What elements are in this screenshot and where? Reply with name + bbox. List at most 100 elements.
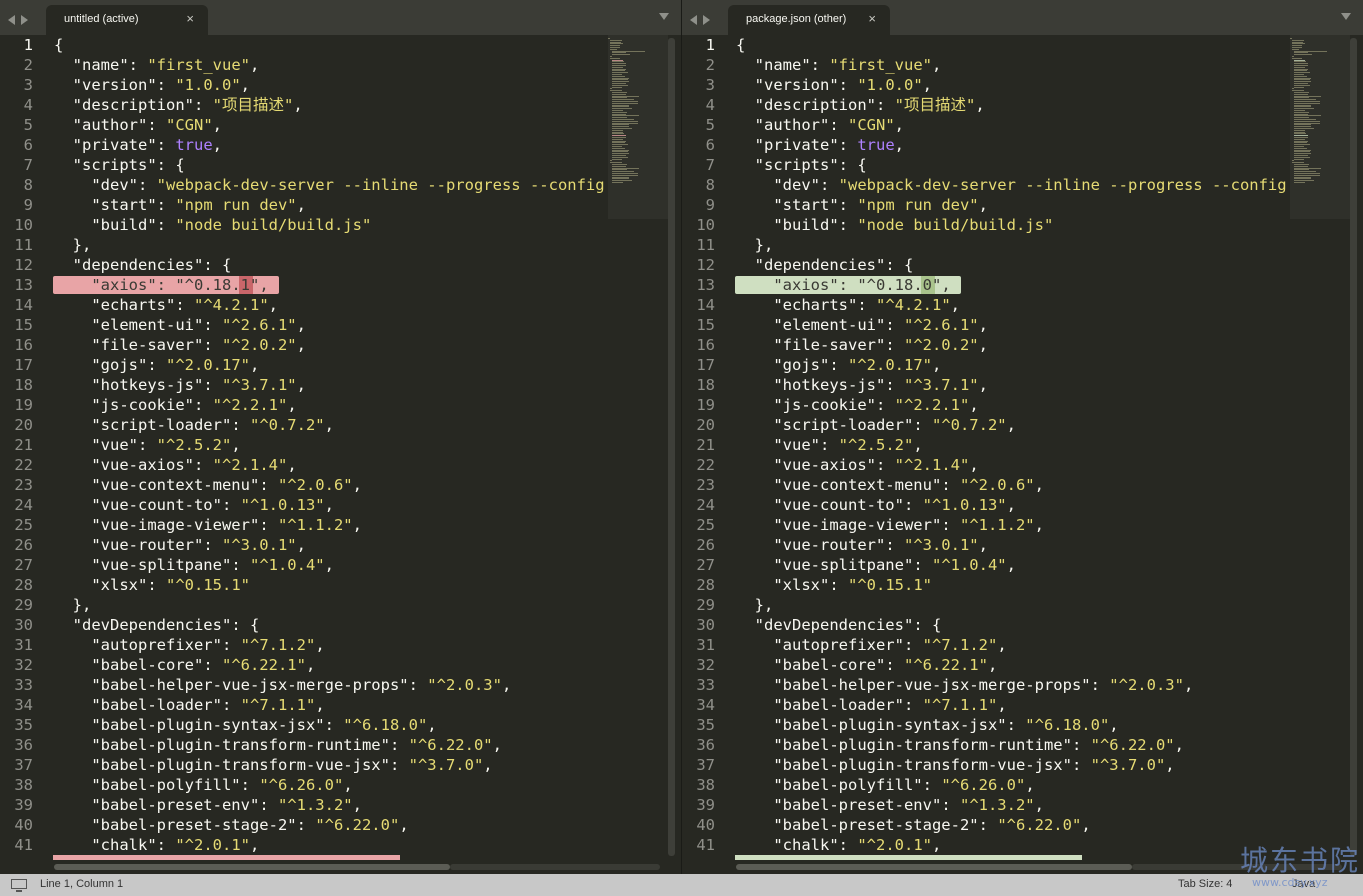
code-editor[interactable]: 1{2 "name": "first_vue", 3 "version": "1.… [682,35,1292,860]
code-line[interactable]: 37 "babel-plugin-transform-vue-jsx": "^3… [0,755,610,775]
code-line[interactable]: 6 "private": true, [682,135,1292,155]
code-line[interactable]: 10 "build": "node build/build.js" [0,215,610,235]
code-line[interactable]: 41 "chalk": "^2.0.1", [682,835,1292,855]
code-line[interactable]: 28 "xlsx": "^0.15.1" [682,575,1292,595]
code-line[interactable]: 38 "babel-polyfill": "^6.26.0", [682,775,1292,795]
code-line[interactable]: 29 }, [0,595,610,615]
code-line[interactable]: 2 "name": "first_vue", [682,55,1292,75]
code-line[interactable]: 15 "element-ui": "^2.6.1", [0,315,610,335]
code-line[interactable]: 5 "author": "CGN", [682,115,1292,135]
code-line[interactable]: 9 "start": "npm run dev", [0,195,610,215]
monitor-icon[interactable] [11,879,27,892]
code-line[interactable]: 25 "vue-image-viewer": "^1.1.2", [0,515,610,535]
code-line[interactable]: 24 "vue-count-to": "^1.0.13", [682,495,1292,515]
code-line[interactable]: 3 "version": "1.0.0", [682,75,1292,95]
tab-menu-icon[interactable] [659,13,669,20]
code-line[interactable]: 1{ [682,35,1292,55]
code-line[interactable]: 39 "babel-preset-env": "^1.3.2", [0,795,610,815]
code-line[interactable]: 16 "file-saver": "^2.0.2", [682,335,1292,355]
code-line[interactable]: 20 "script-loader": "^0.7.2", [682,415,1292,435]
code-line[interactable]: 6 "private": true, [0,135,610,155]
code-line[interactable]: 19 "js-cookie": "^2.2.1", [682,395,1292,415]
code-line[interactable]: 4 "description": "项目描述", [682,95,1292,115]
code-line[interactable]: 41 "chalk": "^2.0.1", [0,835,610,855]
code-line[interactable]: 40 "babel-preset-stage-2": "^6.22.0", [0,815,610,835]
code-line[interactable]: 5 "author": "CGN", [0,115,610,135]
code-line[interactable]: 17 "gojs": "^2.0.17", [0,355,610,375]
code-line[interactable]: 23 "vue-context-menu": "^2.0.6", [0,475,610,495]
code-line[interactable]: 14 "echarts": "^4.2.1", [0,295,610,315]
close-icon[interactable]: × [868,11,876,26]
code-line[interactable]: 8 "dev": "webpack-dev-server --inline --… [0,175,610,195]
close-icon[interactable]: × [186,11,194,26]
code-line[interactable]: 29 }, [682,595,1292,615]
code-line[interactable]: 13 "axios": "^0.18.0", [682,275,1292,295]
code-line[interactable]: 36 "babel-plugin-transform-runtime": "^6… [0,735,610,755]
code-line[interactable]: 40 "babel-preset-stage-2": "^6.22.0", [682,815,1292,835]
code-line[interactable]: 11 }, [0,235,610,255]
code-line[interactable]: 26 "vue-router": "^3.0.1", [0,535,610,555]
code-line[interactable]: 16 "file-saver": "^2.0.2", [0,335,610,355]
code-line[interactable]: 30 "devDependencies": { [0,615,610,635]
code-line[interactable]: 15 "element-ui": "^2.6.1", [682,315,1292,335]
code-line[interactable]: 7 "scripts": { [0,155,610,175]
scrollbar-thumb[interactable] [54,864,450,870]
code-line[interactable]: 9 "start": "npm run dev", [682,195,1292,215]
code-line[interactable]: 17 "gojs": "^2.0.17", [682,355,1292,375]
code-line[interactable]: 12 "dependencies": { [0,255,610,275]
code-line[interactable]: 8 "dev": "webpack-dev-server --inline --… [682,175,1292,195]
code-line[interactable]: 22 "vue-axios": "^2.1.4", [0,455,610,475]
code-line[interactable]: 31 "autoprefixer": "^7.1.2", [682,635,1292,655]
code-line[interactable]: 27 "vue-splitpane": "^1.0.4", [0,555,610,575]
code-line[interactable]: 30 "devDependencies": { [682,615,1292,635]
code-line[interactable]: 24 "vue-count-to": "^1.0.13", [0,495,610,515]
code-line[interactable]: 39 "babel-preset-env": "^1.3.2", [682,795,1292,815]
code-line[interactable]: 11 }, [682,235,1292,255]
code-line[interactable]: 20 "script-loader": "^0.7.2", [0,415,610,435]
code-line[interactable]: 25 "vue-image-viewer": "^1.1.2", [682,515,1292,535]
code-line[interactable]: 32 "babel-core": "^6.22.1", [0,655,610,675]
code-line[interactable]: 22 "vue-axios": "^2.1.4", [682,455,1292,475]
minimap[interactable] [608,35,668,860]
code-line[interactable]: 38 "babel-polyfill": "^6.26.0", [0,775,610,795]
tab-untitled[interactable]: untitled (active) × [46,5,208,35]
code-line[interactable]: 21 "vue": "^2.5.2", [0,435,610,455]
nav-left-icon[interactable] [8,15,15,25]
nav-left-icon[interactable] [690,15,697,25]
code-line[interactable]: 7 "scripts": { [682,155,1292,175]
code-line[interactable]: 14 "echarts": "^4.2.1", [682,295,1292,315]
code-line[interactable]: 12 "dependencies": { [682,255,1292,275]
code-line[interactable]: 37 "babel-plugin-transform-vue-jsx": "^3… [682,755,1292,775]
code-line[interactable]: 3 "version": "1.0.0", [0,75,610,95]
code-line[interactable]: 28 "xlsx": "^0.15.1" [0,575,610,595]
minimap[interactable] [1290,35,1350,860]
code-line[interactable]: 33 "babel-helper-vue-jsx-merge-props": "… [682,675,1292,695]
code-line[interactable]: 36 "babel-plugin-transform-runtime": "^6… [682,735,1292,755]
vertical-scrollbar[interactable] [668,38,675,856]
nav-right-icon[interactable] [703,15,710,25]
code-line[interactable]: 34 "babel-loader": "^7.1.1", [0,695,610,715]
code-line[interactable]: 4 "description": "项目描述", [0,95,610,115]
code-line[interactable]: 21 "vue": "^2.5.2", [682,435,1292,455]
code-line[interactable]: 35 "babel-plugin-syntax-jsx": "^6.18.0", [0,715,610,735]
nav-right-icon[interactable] [21,15,28,25]
tab-size-selector[interactable]: Tab Size: 4 [1178,878,1232,890]
code-line[interactable]: 32 "babel-core": "^6.22.1", [682,655,1292,675]
code-line[interactable]: 1{ [0,35,610,55]
vertical-scrollbar[interactable] [1350,38,1357,856]
horizontal-scrollbar[interactable] [0,860,681,874]
code-line[interactable]: 18 "hotkeys-js": "^3.7.1", [0,375,610,395]
code-line[interactable]: 31 "autoprefixer": "^7.1.2", [0,635,610,655]
tab-package-json[interactable]: package.json (other) × [728,5,890,35]
scrollbar-thumb[interactable] [736,864,1132,870]
code-line[interactable]: 34 "babel-loader": "^7.1.1", [682,695,1292,715]
code-line[interactable]: 13 "axios": "^0.18.1", [0,275,610,295]
code-line[interactable]: 27 "vue-splitpane": "^1.0.4", [682,555,1292,575]
code-line[interactable]: 35 "babel-plugin-syntax-jsx": "^6.18.0", [682,715,1292,735]
code-line[interactable]: 18 "hotkeys-js": "^3.7.1", [682,375,1292,395]
code-editor[interactable]: 1{2 "name": "first_vue", 3 "version": "1.… [0,35,610,860]
code-line[interactable]: 26 "vue-router": "^3.0.1", [682,535,1292,555]
tab-menu-icon[interactable] [1341,13,1351,20]
code-line[interactable]: 23 "vue-context-menu": "^2.0.6", [682,475,1292,495]
code-line[interactable]: 33 "babel-helper-vue-jsx-merge-props": "… [0,675,610,695]
